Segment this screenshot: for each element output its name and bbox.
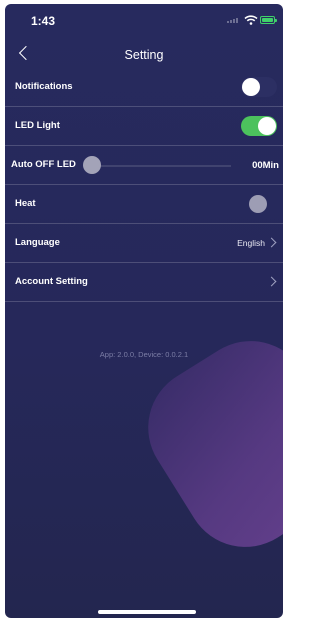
status-time: 1:43 xyxy=(31,14,56,28)
chevron-right-icon xyxy=(266,276,277,287)
heat-control[interactable] xyxy=(249,195,267,213)
auto-off-value: 00Min xyxy=(252,160,279,171)
notifications-label: Notifications xyxy=(15,81,73,92)
nav-header: Setting xyxy=(5,40,283,70)
battery-icon xyxy=(260,16,277,24)
row-auto-off-led: Auto OFF LED 00Min xyxy=(5,146,283,185)
signal-icon xyxy=(227,18,239,23)
language-value: English xyxy=(237,238,265,248)
led-light-toggle[interactable] xyxy=(241,116,277,136)
notifications-toggle[interactable] xyxy=(241,77,277,97)
status-bar: 1:43 xyxy=(5,4,283,34)
toggle-knob xyxy=(242,78,260,96)
settings-screen: 1:43 Setting Notifications LED Light Aut… xyxy=(5,4,283,618)
row-led-light: LED Light xyxy=(5,107,283,146)
row-heat: Heat xyxy=(5,185,283,224)
auto-off-led-label: Auto OFF LED xyxy=(11,159,76,170)
wifi-icon xyxy=(244,15,258,25)
heat-label: Heat xyxy=(15,198,36,209)
language-label: Language xyxy=(15,237,60,248)
home-indicator[interactable] xyxy=(98,610,196,614)
version-info: App: 2.0.0, Device: 0.0.2.1 xyxy=(99,350,189,359)
auto-off-slider-track[interactable] xyxy=(85,165,231,167)
chevron-right-icon xyxy=(266,237,277,248)
page-title: Setting xyxy=(124,48,164,62)
row-language[interactable]: Language English xyxy=(5,224,283,263)
account-setting-label: Account Setting xyxy=(15,276,88,287)
row-account-setting[interactable]: Account Setting xyxy=(5,263,283,302)
led-light-label: LED Light xyxy=(15,120,60,131)
toggle-knob xyxy=(258,117,276,135)
row-notifications: Notifications xyxy=(5,68,283,107)
auto-off-slider-knob[interactable] xyxy=(83,156,101,174)
